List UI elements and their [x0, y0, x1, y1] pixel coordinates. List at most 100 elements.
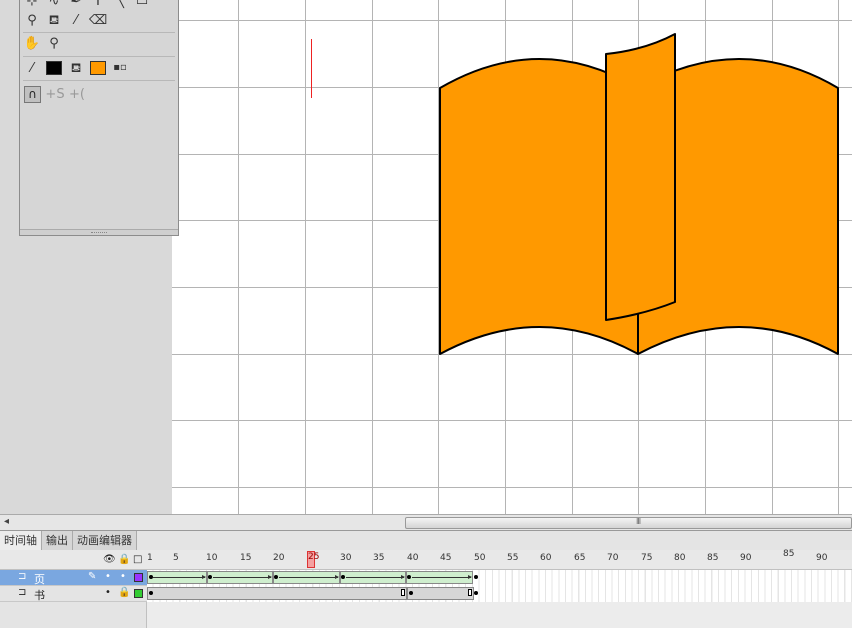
tool-row-colors: ⁄ ⛾ ▪▫: [24, 57, 128, 79]
layer-info[interactable]: ⊐ 书 • 🔒: [0, 586, 147, 602]
zoom-icon[interactable]: ⚲: [46, 35, 62, 51]
tool-row-view: ✋ ⚲: [24, 32, 62, 54]
tab-timeline[interactable]: 时间轴: [0, 531, 42, 550]
flash-app: ⊹ ∿ ✒ T ╲ ▭ ⚲ ⛾ ⁄ ⌫ ✋ ⚲ ⁄ ⛾ ▪▫ ∩ +S +(◂…: [0, 0, 852, 628]
horizontal-scrollbar[interactable]: ◂: [0, 514, 852, 530]
timeline-panel: 时间轴 输出 动画编辑器 👁 🔒 □ 1 5 10 15 20 25 30 35…: [0, 530, 852, 628]
paint-bucket-icon[interactable]: ⛾: [46, 12, 62, 28]
ruler-label: 1: [147, 553, 153, 563]
layer-icon: ⊐: [18, 587, 27, 598]
layer-controls-area: [0, 602, 147, 628]
ruler-label: 90: [740, 553, 752, 563]
keyframe[interactable]: [407, 575, 411, 579]
panel-grip[interactable]: [20, 229, 178, 235]
keyframe[interactable]: [274, 575, 278, 579]
static-frame-span[interactable]: [147, 587, 407, 600]
lasso-icon[interactable]: ∿: [46, 0, 62, 9]
layer-row-page[interactable]: ⊐ 页 ✎ • •: [0, 570, 852, 586]
static-frame-span[interactable]: [407, 587, 474, 600]
keyframe[interactable]: [208, 575, 212, 579]
keyframe[interactable]: [341, 575, 345, 579]
tab-output[interactable]: 输出: [42, 531, 73, 550]
ruler-label: 80: [674, 553, 686, 563]
free-transform-icon[interactable]: ⊹: [24, 0, 40, 9]
stage-canvas[interactable]: [172, 0, 852, 514]
keyframe[interactable]: [474, 591, 478, 595]
stroke-color-swatch[interactable]: [46, 61, 62, 75]
layer-row-book[interactable]: ⊐ 书 • 🔒: [0, 586, 852, 602]
ruler-label: 60: [540, 553, 552, 563]
span-end-marker: [401, 589, 405, 596]
tween-arrow: [412, 575, 472, 579]
pen-icon[interactable]: ✒: [68, 0, 84, 9]
tools-panel: ⊹ ∿ ✒ T ╲ ▭ ⚲ ⛾ ⁄ ⌫ ✋ ⚲ ⁄ ⛾ ▪▫ ∩ +S +(: [19, 0, 179, 236]
bone-icon[interactable]: ⚲: [24, 12, 40, 28]
layer-color-swatch[interactable]: [134, 589, 143, 598]
ruler-label: 50: [474, 553, 486, 563]
scrollbar-thumb[interactable]: [405, 517, 852, 529]
frame-ruler[interactable]: 1 5 10 15 20 25 30 35 40 45 50 55 60 65 …: [147, 549, 852, 570]
tab-motion-editor[interactable]: 动画编辑器: [73, 531, 137, 550]
visibility-dot[interactable]: •: [105, 571, 111, 582]
eye-icon[interactable]: 👁: [103, 554, 116, 565]
layer-icon: ⊐: [18, 571, 27, 582]
lock-dot[interactable]: •: [120, 571, 126, 582]
lock-icon[interactable]: 🔒: [118, 554, 130, 565]
eraser-icon[interactable]: ⌫: [89, 12, 107, 28]
outline-icon[interactable]: □: [133, 554, 142, 565]
turning-page: [605, 33, 676, 321]
tool-separator: [23, 80, 175, 81]
eyedropper-icon[interactable]: ⁄: [68, 12, 84, 28]
line-icon[interactable]: ╲: [112, 0, 128, 9]
ruler-label: 85: [707, 553, 719, 563]
layer-name[interactable]: 书: [34, 587, 45, 603]
keyframe[interactable]: [149, 575, 153, 579]
default-colors-icon[interactable]: ▪▫: [112, 60, 128, 76]
ruler-label: 45: [440, 553, 452, 563]
straighten-icon[interactable]: +(: [69, 86, 85, 102]
frames-empty-area: [147, 602, 852, 628]
fill-color-swatch[interactable]: [90, 61, 106, 75]
snap-magnet-icon[interactable]: ∩: [24, 85, 41, 103]
ruler-label: 15: [240, 553, 252, 563]
ruler-label: 35: [373, 553, 385, 563]
hand-icon[interactable]: ✋: [24, 35, 40, 51]
timeline-header: 👁 🔒 □ 1 5 10 15 20 25 30 35 40 45 50 55 …: [0, 549, 852, 570]
timeline-tabs: 时间轴 输出 动画编辑器: [0, 531, 137, 550]
layer-name[interactable]: 页: [34, 571, 45, 587]
layer-frames[interactable]: [147, 586, 852, 602]
smooth-icon[interactable]: +S: [45, 86, 64, 102]
tween-arrow: [213, 575, 272, 579]
stage-drawing: [172, 0, 852, 514]
layer-color-swatch[interactable]: [134, 573, 143, 582]
scroll-left-icon[interactable]: ◂: [4, 516, 9, 527]
ruler-label: 65: [574, 553, 586, 563]
tool-row-paint: ⚲ ⛾ ⁄ ⌫: [24, 9, 107, 31]
visibility-dot[interactable]: •: [105, 587, 111, 598]
keyframe[interactable]: [409, 591, 413, 595]
fill-color-icon: ⛾: [70, 60, 82, 76]
tween-arrow: [279, 575, 339, 579]
ruler-label: 75: [641, 553, 653, 563]
lock-icon[interactable]: 🔒: [118, 587, 130, 598]
keyframe[interactable]: [474, 575, 478, 579]
ruler-label: 70: [607, 553, 619, 563]
playhead-line: [311, 39, 312, 98]
playhead-marker[interactable]: 25: [307, 551, 319, 568]
span-end-marker: [468, 589, 472, 596]
keyframe[interactable]: [149, 591, 153, 595]
stage-area: ⊹ ∿ ✒ T ╲ ▭ ⚲ ⛾ ⁄ ⌫ ✋ ⚲ ⁄ ⛾ ▪▫ ∩ +S +(: [0, 0, 852, 514]
stroke-color-icon: ⁄: [30, 60, 34, 76]
pencil-icon: ✎: [88, 571, 97, 582]
ruler-label: 40: [407, 553, 419, 563]
ruler-label-extra: 90: [816, 553, 828, 563]
text-icon[interactable]: T: [90, 0, 106, 9]
rectangle-icon[interactable]: ▭: [134, 0, 150, 9]
ruler-label: 55: [507, 553, 519, 563]
ruler-label: 20: [273, 553, 285, 563]
layer-frames[interactable]: [147, 570, 852, 586]
layer-info[interactable]: ⊐ 页 ✎ • •: [0, 570, 147, 586]
ruler-label: 10: [206, 553, 218, 563]
tool-row-options: ∩ +S +(: [24, 83, 85, 105]
tween-arrow: [153, 575, 206, 579]
